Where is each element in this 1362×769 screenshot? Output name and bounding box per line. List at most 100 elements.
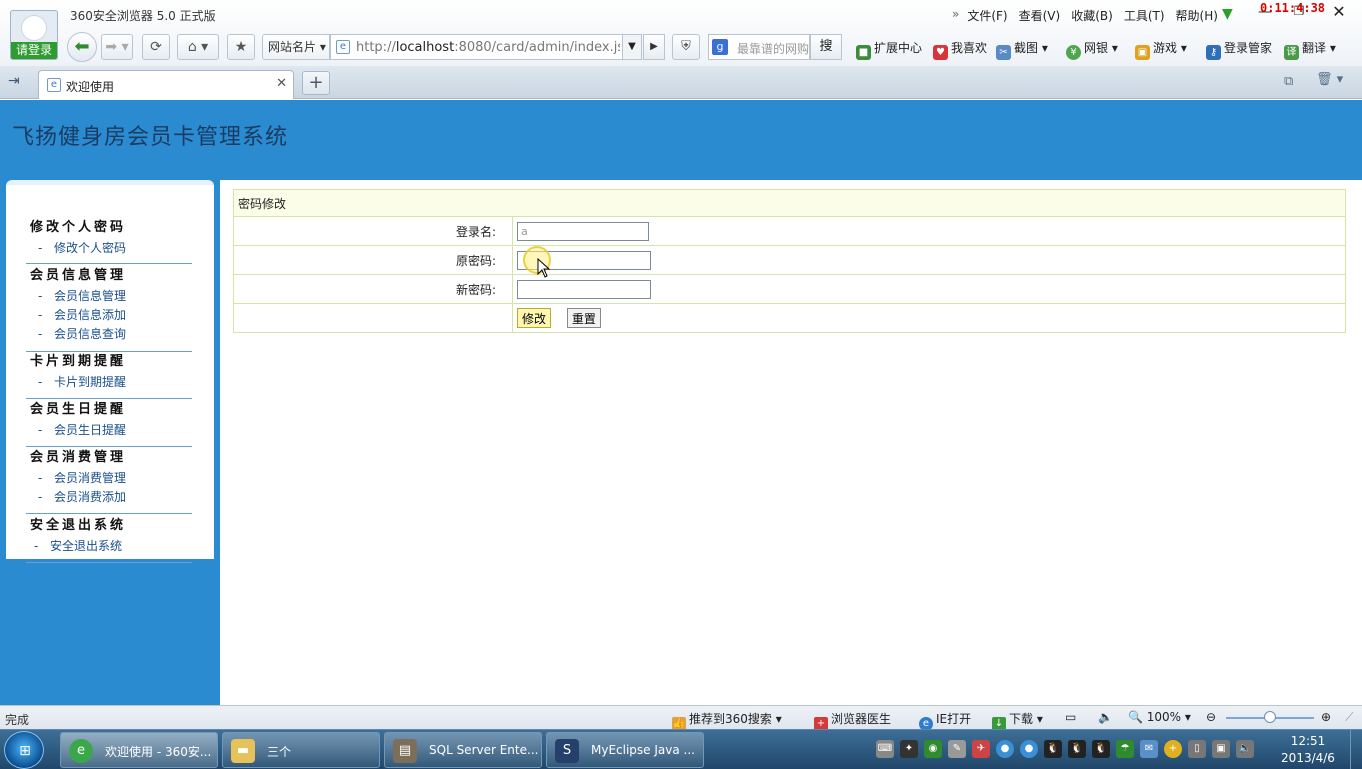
search-input[interactable]: g 最靠谱的网购 bbox=[708, 34, 810, 60]
ext-screenshot-button[interactable]: ✂ 截图 ▾ bbox=[996, 39, 1048, 60]
tray-app-icon[interactable]: ▯ bbox=[1188, 740, 1206, 758]
nav-item-member-add[interactable]: - 会员信息添加 bbox=[26, 306, 192, 325]
address-bar[interactable]: e http://localhost:8080/card/admin/index… bbox=[330, 34, 642, 60]
browser-360-icon: e bbox=[69, 739, 93, 763]
back-button[interactable]: ⬅ bbox=[67, 32, 97, 62]
login-name-input[interactable] bbox=[517, 221, 649, 241]
nav-group-consumption: 会员消费管理 - 会员消费管理 - 会员消费添加 bbox=[26, 447, 192, 514]
nav-item-birthday[interactable]: - 会员生日提醒 bbox=[26, 421, 192, 440]
user-avatar[interactable]: 请登录 bbox=[10, 10, 58, 60]
ext-login-manager-button[interactable]: ⚷ 登录管家 bbox=[1206, 39, 1272, 60]
tray-app-icon[interactable]: ● bbox=[1020, 740, 1038, 758]
old-password-cell bbox=[512, 245, 1346, 275]
start-button[interactable]: ⊞ bbox=[4, 731, 44, 769]
search-button[interactable]: 搜 bbox=[810, 34, 842, 60]
ext-bank-button[interactable]: ¥ 网银 ▾ bbox=[1066, 39, 1118, 60]
windows-logo-icon: ⊞ bbox=[19, 743, 31, 759]
tab-close-icon[interactable]: ✕ bbox=[276, 76, 287, 91]
nav-item-change-password[interactable]: - 修改个人密码 bbox=[26, 239, 192, 258]
security-shield-icon[interactable]: ⛨ bbox=[672, 34, 700, 60]
ext-translate-button[interactable]: 译翻译 ▾ bbox=[1284, 39, 1336, 60]
refresh-button[interactable]: ⟳ bbox=[142, 34, 170, 60]
ext-like-button[interactable]: ♥ 我喜欢 bbox=[933, 39, 987, 60]
nav-item-consumption-manage[interactable]: - 会员消费管理 bbox=[26, 469, 192, 488]
task-360-browser[interactable]: e 欢迎使用 - 360安... bbox=[60, 732, 218, 768]
nav-heading: 会员生日提醒 bbox=[30, 402, 127, 417]
ie-open-button[interactable]: e IE打开 bbox=[919, 710, 971, 731]
zoom-out-icon[interactable]: ⊖ bbox=[1206, 710, 1216, 724]
qq-icon[interactable]: 🐧 bbox=[1068, 740, 1086, 758]
restore-tabs-icon[interactable]: ⧉ bbox=[1284, 74, 1300, 90]
recording-timer: 0:11:4:38 bbox=[1260, 1, 1326, 15]
forward-button[interactable]: ➡ ▾ bbox=[101, 34, 133, 60]
clock[interactable]: 12:51 2013/4/6 bbox=[1278, 733, 1338, 767]
reset-button[interactable]: 重置 bbox=[566, 308, 601, 328]
heart-icon: ♥ bbox=[933, 45, 948, 60]
download-button[interactable]: ↓ 下载 ▾ bbox=[992, 710, 1043, 731]
site-names-dropdown[interactable]: 网站名片 ▾ bbox=[262, 34, 330, 60]
menu-file[interactable]: 文件(F) bbox=[967, 7, 1007, 24]
key-icon: ⚷ bbox=[1206, 45, 1221, 60]
task-label: SQL Server Ente... bbox=[429, 743, 539, 757]
menu-tools[interactable]: 工具(T) bbox=[1124, 7, 1165, 24]
task-folder[interactable]: ▬ 三个 bbox=[222, 732, 380, 768]
web-page: 飞扬健身房会员卡管理系统 修改个人密码 - 修改个人密码 会员信息管理 - 会员信息… bbox=[0, 100, 1362, 705]
tray-app-icon[interactable]: ✎ bbox=[948, 740, 966, 758]
menu-view[interactable]: 查看(V) bbox=[1019, 7, 1061, 24]
close-window-icon[interactable]: ✕ bbox=[1329, 2, 1349, 22]
tray-app-icon[interactable]: ✈ bbox=[972, 740, 990, 758]
new-tab-button[interactable]: + bbox=[302, 71, 330, 95]
recommend-360-button[interactable]: 👍 推荐到360搜索 ▾ bbox=[672, 710, 782, 731]
submit-button[interactable]: 修改 bbox=[517, 308, 552, 328]
task-myeclipse[interactable]: S MyEclipse Java ... bbox=[546, 732, 704, 768]
home-button[interactable]: ⌂ ▾ bbox=[177, 34, 219, 60]
favorite-button[interactable]: ★ bbox=[227, 34, 255, 60]
tray-app-icon[interactable]: ✉ bbox=[1140, 740, 1158, 758]
search-engine-icon[interactable]: g bbox=[712, 39, 728, 55]
login-name-cell bbox=[512, 216, 1346, 246]
window-icon[interactable]: ▭ bbox=[1065, 710, 1076, 724]
speaker-icon[interactable]: 🔈 bbox=[1236, 740, 1254, 758]
umbrella-icon[interactable]: ☂ bbox=[1116, 740, 1134, 758]
address-url[interactable]: http://localhost:8080/card/admin/index.j… bbox=[356, 40, 620, 55]
status-bar: 完成 👍 推荐到360搜索 ▾ + 浏览器医生 e IE打开 ↓ 下载 ▾ ▭ 🔈 🔍 … bbox=[0, 705, 1362, 731]
nav-item-label: 卡片到期提醒 bbox=[54, 375, 127, 389]
tray-app-icon[interactable]: + bbox=[1164, 740, 1182, 758]
browser-doctor-button[interactable]: + 浏览器医生 bbox=[814, 710, 891, 731]
nav-item-logout[interactable]: - 安全退出系统 bbox=[26, 537, 192, 556]
show-desktop-button[interactable] bbox=[1350, 730, 1362, 769]
task-sql-server[interactable]: ▤ SQL Server Ente... bbox=[384, 732, 542, 768]
ext-center-button[interactable]: ■ 扩展中心 bbox=[856, 39, 922, 60]
nav-item-consumption-add[interactable]: - 会员消费添加 bbox=[26, 488, 192, 507]
volume-icon[interactable]: 🔈 bbox=[1098, 710, 1113, 724]
skin-shirt-icon[interactable]: ▼ bbox=[1222, 7, 1238, 21]
zoom-dropdown[interactable]: 🔍 100% ▾ bbox=[1128, 710, 1191, 724]
keyboard-icon[interactable]: ⌨ bbox=[876, 740, 894, 758]
ie-open-label: IE打开 bbox=[936, 712, 972, 726]
qq-icon[interactable]: 🐧 bbox=[1044, 740, 1062, 758]
tray-app-icon[interactable]: ◉ bbox=[924, 740, 942, 758]
closed-tabs-trash-icon[interactable]: 🗑 ▾ bbox=[1316, 72, 1346, 92]
menu-collapse-icon[interactable]: » bbox=[952, 7, 959, 24]
dash-icon: - bbox=[38, 327, 43, 341]
nav-item-member-query[interactable]: - 会员信息查询 bbox=[26, 325, 192, 344]
ext-games-button[interactable]: ▣ 游戏 ▾ bbox=[1135, 39, 1187, 60]
nav-item-card-expiry[interactable]: - 卡片到期提醒 bbox=[26, 373, 192, 392]
menu-help[interactable]: 帮助(H) bbox=[1176, 7, 1218, 24]
go-button[interactable]: ▶ bbox=[643, 34, 665, 60]
qq-icon[interactable]: 🐧 bbox=[1092, 740, 1110, 758]
zoom-in-icon[interactable]: ⊕ bbox=[1321, 710, 1331, 724]
form-row-old-password: 原密码: bbox=[233, 245, 1346, 275]
resize-grip-icon[interactable]: ⟋ bbox=[1345, 710, 1353, 725]
tab-welcome[interactable]: e 欢迎使用 ✕ bbox=[38, 70, 294, 99]
new-password-input[interactable] bbox=[517, 279, 651, 299]
zoom-slider-thumb[interactable] bbox=[1264, 711, 1276, 723]
tray-app-icon[interactable]: ✦ bbox=[900, 740, 918, 758]
network-icon[interactable]: ▣ bbox=[1212, 740, 1230, 758]
menu-favorites[interactable]: 收藏(B) bbox=[1071, 7, 1113, 24]
nav-item-member-manage[interactable]: - 会员信息管理 bbox=[26, 287, 192, 306]
address-dropdown-icon[interactable]: ▼ bbox=[622, 34, 642, 60]
sidebar-toggle-icon[interactable]: ⇥ bbox=[8, 73, 28, 89]
login-label[interactable]: 请登录 bbox=[11, 42, 57, 59]
tray-app-icon[interactable]: ● bbox=[996, 740, 1014, 758]
